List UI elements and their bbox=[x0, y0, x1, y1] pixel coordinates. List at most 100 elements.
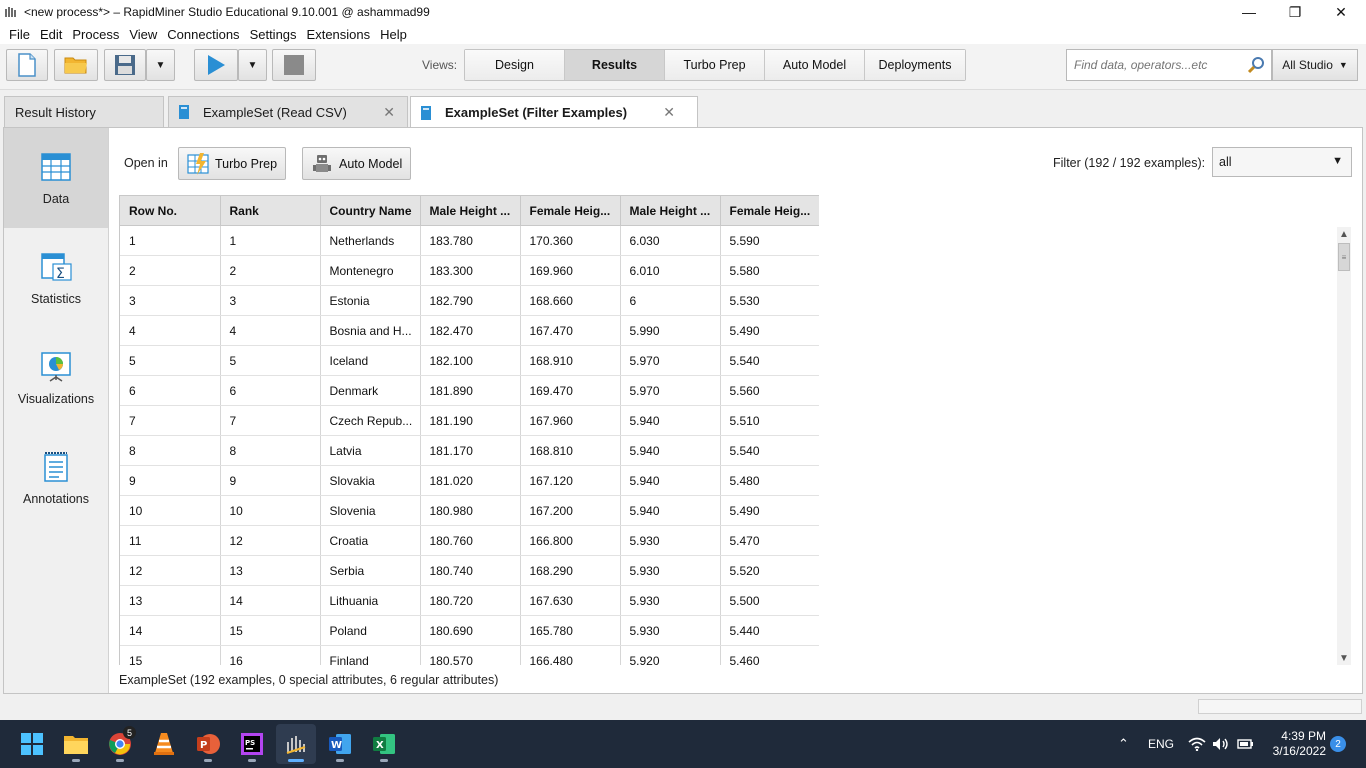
scrollbar-thumb[interactable]: ≡ bbox=[1338, 243, 1350, 271]
scroll-up-icon[interactable]: ▲ bbox=[1337, 227, 1351, 241]
tab-exampleset-read-csv[interactable]: ExampleSet (Read CSV) ✕ bbox=[168, 96, 408, 127]
cell-male-height-cm[interactable]: 181.190 bbox=[420, 405, 521, 436]
cell-male-height-ft[interactable]: 5.940 bbox=[620, 435, 721, 466]
battery-button[interactable] bbox=[1236, 720, 1254, 768]
cell-female-height-cm[interactable]: 169.960 bbox=[520, 255, 621, 286]
table-row[interactable]: 7 7 Czech Repub... 181.190 167.960 5.940 5.510 bbox=[120, 405, 819, 436]
cell-female-height-ft[interactable]: 5.440 bbox=[720, 615, 819, 646]
cell-male-height-cm[interactable]: 180.760 bbox=[420, 525, 521, 556]
cell-female-height-cm[interactable]: 169.470 bbox=[520, 375, 621, 406]
scroll-down-icon[interactable]: ▼ bbox=[1337, 651, 1351, 665]
table-vertical-scrollbar[interactable]: ▲ ≡ ▼ bbox=[1337, 227, 1351, 665]
cell-country-name[interactable]: Czech Repub... bbox=[320, 405, 421, 436]
cell-female-height-cm[interactable]: 165.780 bbox=[520, 615, 621, 646]
cell-row-no[interactable]: 10 bbox=[120, 495, 221, 526]
cell-rank[interactable]: 12 bbox=[220, 525, 321, 556]
table-row[interactable]: 13 14 Lithuania 180.720 167.630 5.930 5.500 bbox=[120, 585, 819, 616]
cell-country-name[interactable]: Serbia bbox=[320, 555, 421, 586]
column-header-female-height-ft[interactable]: Female Heig... bbox=[720, 195, 819, 226]
cell-female-height-cm[interactable]: 167.960 bbox=[520, 405, 621, 436]
table-row[interactable]: 1 1 Netherlands 183.780 170.360 6.030 5.590 bbox=[120, 225, 819, 256]
view-auto-model-button[interactable]: Auto Model bbox=[765, 50, 865, 80]
cell-row-no[interactable]: 11 bbox=[120, 525, 221, 556]
cell-rank[interactable]: 4 bbox=[220, 315, 321, 346]
cell-female-height-ft[interactable]: 5.590 bbox=[720, 225, 819, 256]
cell-female-height-ft[interactable]: 5.490 bbox=[720, 495, 819, 526]
taskbar-vlc[interactable] bbox=[144, 724, 184, 764]
table-row[interactable]: 4 4 Bosnia and H... 182.470 167.470 5.990 5.49… bbox=[120, 315, 819, 346]
view-results-button[interactable]: Results bbox=[565, 50, 665, 80]
table-row[interactable]: 8 8 Latvia 181.170 168.810 5.940 5.540 bbox=[120, 435, 819, 466]
cell-female-height-cm[interactable]: 167.120 bbox=[520, 465, 621, 496]
cell-country-name[interactable]: Lithuania bbox=[320, 585, 421, 616]
view-deployments-button[interactable]: Deployments bbox=[865, 50, 965, 80]
cell-rank[interactable]: 9 bbox=[220, 465, 321, 496]
cell-female-height-cm[interactable]: 168.810 bbox=[520, 435, 621, 466]
open-in-auto-model-button[interactable]: Auto Model bbox=[302, 147, 412, 180]
restore-button[interactable]: ❐ bbox=[1272, 0, 1318, 24]
new-process-button[interactable] bbox=[6, 49, 48, 81]
taskbar-chrome[interactable]: 5 bbox=[100, 724, 140, 764]
cell-row-no[interactable]: 12 bbox=[120, 555, 221, 586]
cell-country-name[interactable]: Finland bbox=[320, 645, 421, 665]
cell-female-height-cm[interactable]: 168.660 bbox=[520, 285, 621, 316]
table-row[interactable]: 10 10 Slovenia 180.980 167.200 5.940 5.490 bbox=[120, 495, 819, 526]
close-tab-icon[interactable]: ✕ bbox=[663, 104, 675, 121]
cell-row-no[interactable]: 2 bbox=[120, 255, 221, 286]
cell-country-name[interactable]: Bosnia and H... bbox=[320, 315, 421, 346]
cell-female-height-ft[interactable]: 5.580 bbox=[720, 255, 819, 286]
cell-female-height-ft[interactable]: 5.540 bbox=[720, 435, 819, 466]
cell-country-name[interactable]: Slovenia bbox=[320, 495, 421, 526]
cell-country-name[interactable]: Netherlands bbox=[320, 225, 421, 256]
run-dropdown-button[interactable]: ▼ bbox=[238, 49, 267, 81]
view-design-button[interactable]: Design bbox=[465, 50, 565, 80]
run-process-button[interactable] bbox=[194, 49, 238, 81]
cell-male-height-cm[interactable]: 182.100 bbox=[420, 345, 521, 376]
close-window-button[interactable]: ✕ bbox=[1318, 0, 1364, 24]
cell-row-no[interactable]: 4 bbox=[120, 315, 221, 346]
cell-male-height-cm[interactable]: 180.570 bbox=[420, 645, 521, 665]
taskbar-file-explorer[interactable] bbox=[56, 724, 96, 764]
cell-rank[interactable]: 1 bbox=[220, 225, 321, 256]
cell-female-height-ft[interactable]: 5.530 bbox=[720, 285, 819, 316]
menu-process[interactable]: Process bbox=[67, 27, 124, 42]
cell-country-name[interactable]: Slovakia bbox=[320, 465, 421, 496]
table-row[interactable]: 6 6 Denmark 181.890 169.470 5.970 5.560 bbox=[120, 375, 819, 406]
menu-view[interactable]: View bbox=[124, 27, 162, 42]
cell-male-height-ft[interactable]: 5.930 bbox=[620, 585, 721, 616]
cell-female-height-ft[interactable]: 5.560 bbox=[720, 375, 819, 406]
table-row[interactable]: 5 5 Iceland 182.100 168.910 5.970 5.540 bbox=[120, 345, 819, 376]
save-process-button[interactable] bbox=[104, 49, 146, 81]
taskbar-powerpoint[interactable]: P bbox=[188, 724, 228, 764]
menu-file[interactable]: File bbox=[4, 27, 35, 42]
input-language-indicator[interactable]: ENG bbox=[1148, 720, 1174, 768]
cell-male-height-ft[interactable]: 5.930 bbox=[620, 615, 721, 646]
cell-male-height-cm[interactable]: 180.690 bbox=[420, 615, 521, 646]
cell-male-height-cm[interactable]: 181.890 bbox=[420, 375, 521, 406]
cell-male-height-ft[interactable]: 5.970 bbox=[620, 345, 721, 376]
table-row[interactable]: 3 3 Estonia 182.790 168.660 6 5.530 bbox=[120, 285, 819, 316]
cell-male-height-cm[interactable]: 182.790 bbox=[420, 285, 521, 316]
cell-row-no[interactable]: 8 bbox=[120, 435, 221, 466]
cell-male-height-ft[interactable]: 5.930 bbox=[620, 525, 721, 556]
cell-male-height-ft[interactable]: 6 bbox=[620, 285, 721, 316]
column-header-female-height-cm[interactable]: Female Heig... bbox=[520, 195, 621, 226]
cell-rank[interactable]: 15 bbox=[220, 615, 321, 646]
cell-country-name[interactable]: Montenegro bbox=[320, 255, 421, 286]
menu-settings[interactable]: Settings bbox=[245, 27, 302, 42]
cell-country-name[interactable]: Poland bbox=[320, 615, 421, 646]
cell-female-height-ft[interactable]: 5.500 bbox=[720, 585, 819, 616]
cell-male-height-ft[interactable]: 5.930 bbox=[620, 555, 721, 586]
column-header-male-height-cm[interactable]: Male Height ... bbox=[420, 195, 521, 226]
cell-male-height-cm[interactable]: 181.020 bbox=[420, 465, 521, 496]
taskbar-excel[interactable]: X bbox=[364, 724, 404, 764]
save-dropdown-button[interactable]: ▼ bbox=[146, 49, 175, 81]
menu-edit[interactable]: Edit bbox=[35, 27, 67, 42]
cell-male-height-ft[interactable]: 5.990 bbox=[620, 315, 721, 346]
cell-male-height-ft[interactable]: 6.010 bbox=[620, 255, 721, 286]
cell-female-height-cm[interactable]: 168.290 bbox=[520, 555, 621, 586]
cell-row-no[interactable]: 14 bbox=[120, 615, 221, 646]
cell-female-height-cm[interactable]: 166.480 bbox=[520, 645, 621, 665]
cell-country-name[interactable]: Estonia bbox=[320, 285, 421, 316]
cell-row-no[interactable]: 5 bbox=[120, 345, 221, 376]
